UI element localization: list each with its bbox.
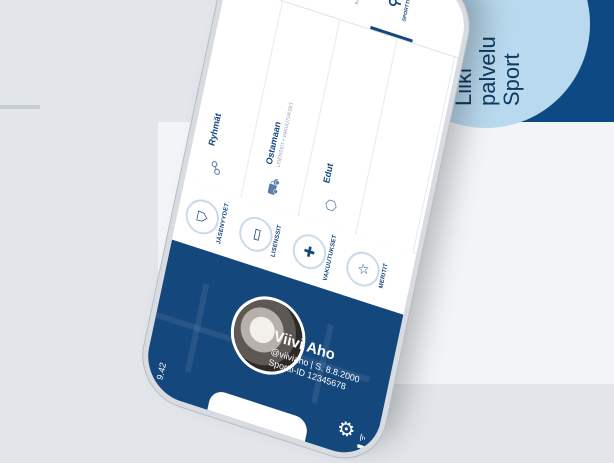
nav-sporttitili[interactable]: ⚲ SPORTTITILI (382, 0, 415, 30)
tab-lisenssit[interactable]: ▭ LISENSSIT (235, 207, 285, 265)
id-card-icon: ▭ (236, 212, 276, 257)
promo-line-3: Sport (499, 53, 524, 106)
nav-kalenteri[interactable]: ▦ KALENTERI (334, 0, 367, 14)
tab-meritit[interactable]: ☆ MERITIT (342, 241, 392, 299)
plus-shield-icon: ✚ (289, 229, 330, 274)
nav-label: KALENTERI (352, 0, 367, 14)
cart-icon: ⛟ (263, 175, 283, 198)
profile-info: Viivi Aho @viiviaho | S. 8.8.2000 Sportt… (268, 328, 404, 417)
background-stripe (0, 105, 40, 109)
status-time: 9.42 (154, 361, 168, 382)
tag-icon: ⬡ (321, 196, 340, 214)
promo-line-2: palvelu (475, 36, 500, 106)
list-item-title: Edut (321, 161, 336, 185)
tab-vakuutukset[interactable]: ✚ VAKUUTUKSET (288, 224, 338, 282)
tab-jasenyydet[interactable]: ⛉ JÄSENYYDET (181, 189, 231, 247)
phone-notch (207, 388, 310, 442)
star-icon: ☆ (343, 247, 383, 292)
shield-person-icon: ⛉ (182, 195, 223, 239)
group-icon: ☍ (206, 158, 225, 178)
list-item-title: Ryhmät (206, 111, 224, 148)
battery-icon: ▮ ᯤ (354, 432, 368, 451)
